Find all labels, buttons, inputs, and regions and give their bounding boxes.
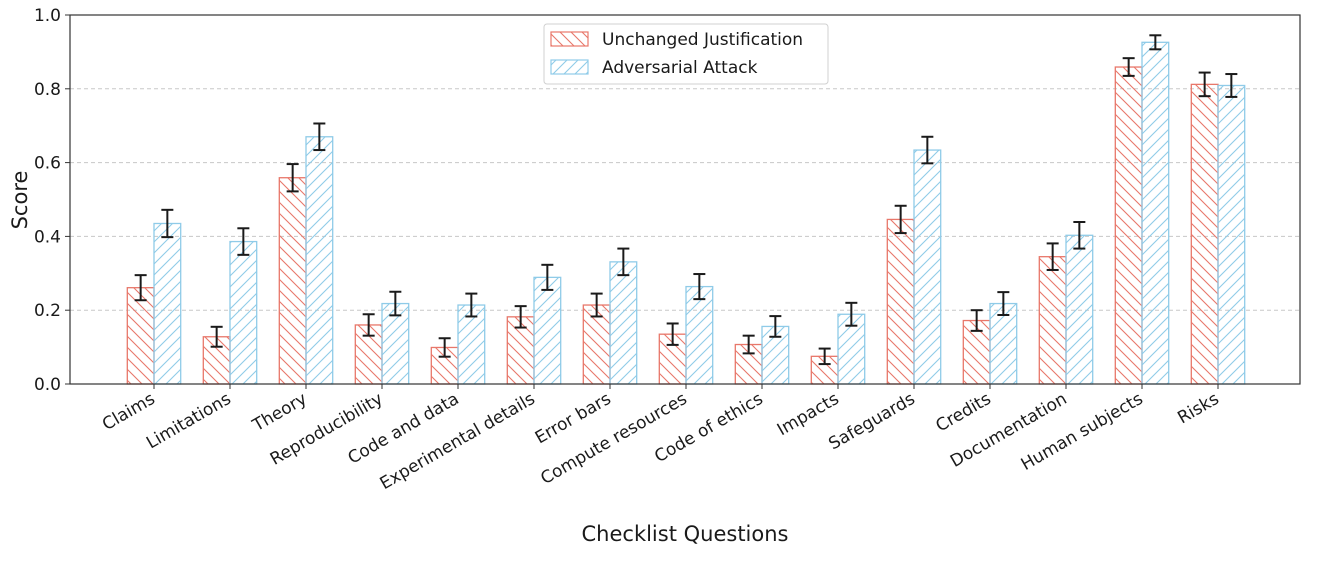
y-tick-label: 0.0	[34, 375, 61, 395]
y-axis-ticks: 0.0 0.2 0.4 0.6 0.8 1.0	[34, 6, 70, 395]
legend-label-unchanged: Unchanged Justification	[602, 30, 803, 50]
bar-chart: 0.0 0.2 0.4 0.6 0.8 1.0 ClaimsLimitations Theo…	[8, 6, 1301, 546]
y-tick-label: 0.4	[34, 227, 61, 247]
x-axis-ticks: ClaimsLimitations TheoryReproducibilityCo…	[99, 384, 1223, 494]
y-tick-label: 0.8	[34, 80, 61, 100]
x-tick-label: Risks	[1174, 389, 1222, 428]
bars	[126, 41, 1246, 385]
bar-unchanged	[1038, 256, 1067, 385]
x-axis-label: Checklist Questions	[582, 522, 789, 546]
x-tick-label: Theory	[248, 389, 310, 436]
bar-adversarial	[153, 222, 182, 385]
y-tick-label: 1.0	[34, 6, 61, 26]
x-tick-label: Compute resources	[537, 389, 690, 489]
bar-unchanged	[1114, 66, 1143, 385]
bar-adversarial	[533, 276, 562, 385]
bar-adversarial	[1141, 41, 1170, 385]
y-axis-label: Score	[8, 171, 32, 230]
y-tick-label: 0.6	[34, 154, 61, 174]
legend: Unchanged Justification Adversarial Atta…	[543, 23, 829, 85]
bar-unchanged	[278, 177, 307, 385]
bar-unchanged	[1190, 83, 1219, 385]
bar-unchanged	[126, 287, 155, 385]
bar-adversarial	[305, 136, 334, 385]
legend-label-adversarial: Adversarial Attack	[602, 58, 758, 78]
x-tick-label: Safeguards	[825, 389, 918, 454]
bar-adversarial	[1065, 234, 1094, 385]
bar-adversarial	[913, 149, 942, 385]
legend-swatch-unchanged	[550, 31, 589, 47]
x-tick-label: Claims	[99, 389, 159, 435]
x-tick-label: Limitations	[143, 389, 235, 453]
bar-adversarial	[609, 261, 638, 385]
x-tick-label: Credits	[933, 389, 995, 436]
bar-adversarial	[1217, 84, 1246, 385]
legend-swatch-adversarial	[550, 59, 589, 75]
bar-unchanged	[886, 218, 915, 385]
bar-adversarial	[685, 285, 714, 385]
y-tick-label: 0.2	[34, 301, 61, 321]
bar-adversarial	[229, 240, 258, 385]
